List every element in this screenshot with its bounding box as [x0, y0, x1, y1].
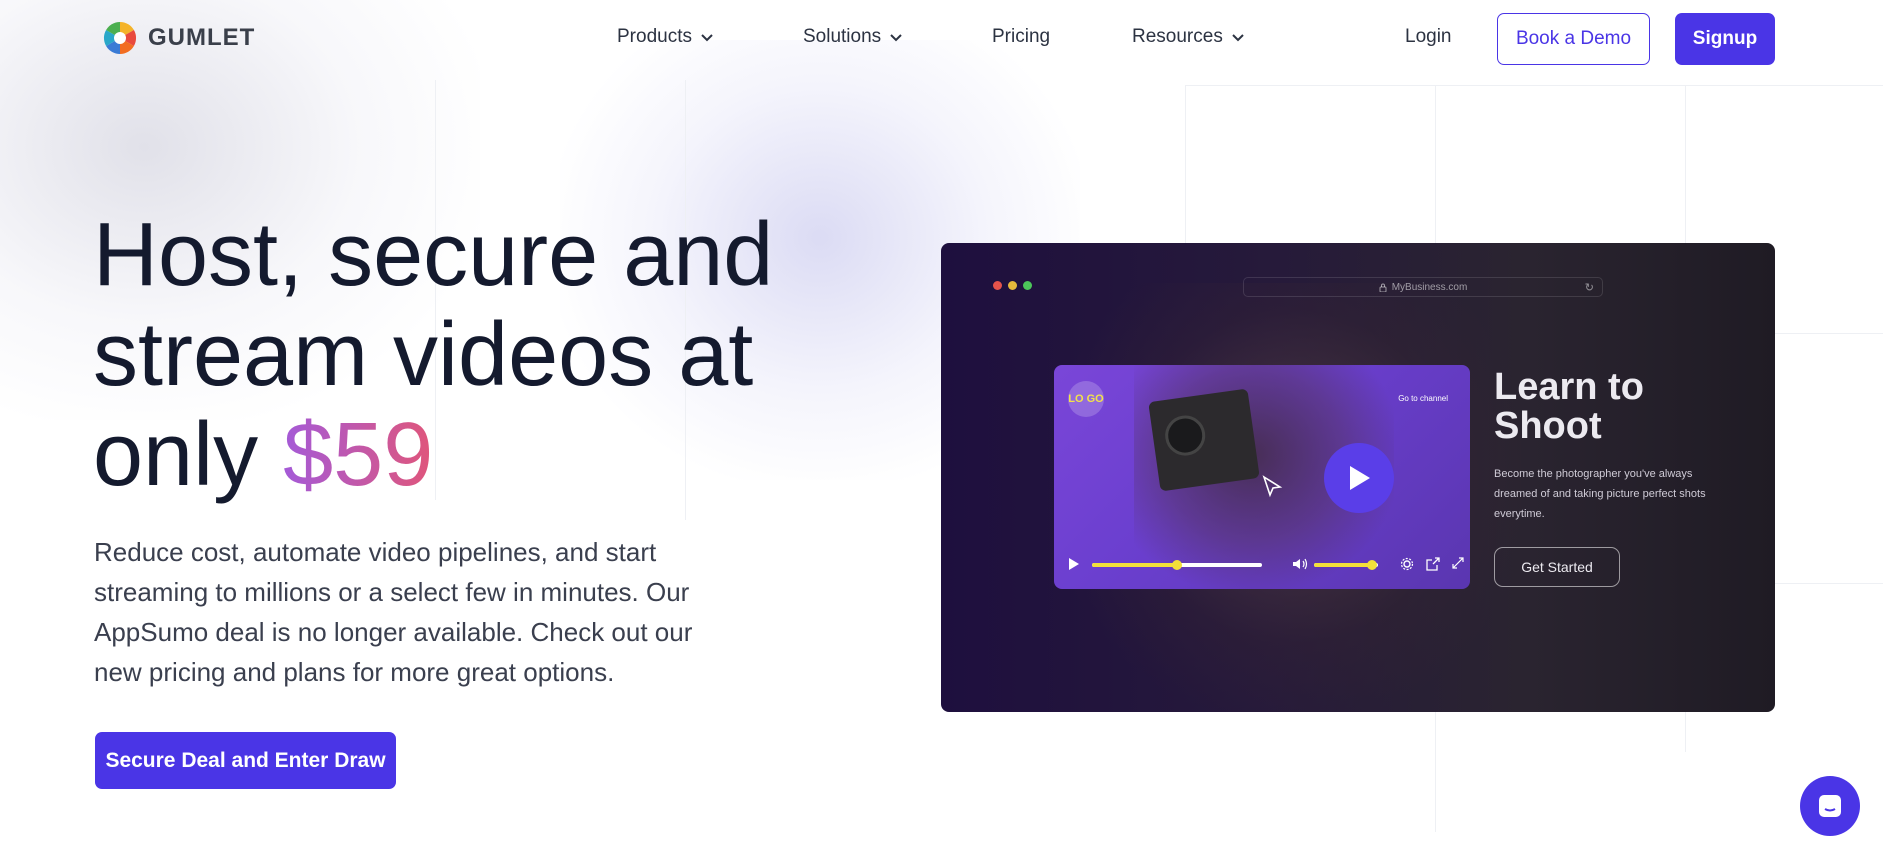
- play-icon: [1350, 466, 1370, 490]
- grid-line: [1685, 85, 1686, 245]
- gumlet-logo-icon: [103, 21, 137, 55]
- player-logo-badge: LO GO: [1068, 381, 1104, 417]
- mock-url-text: MyBusiness.com: [1391, 281, 1468, 293]
- nav-resources[interactable]: Resources: [1132, 26, 1245, 48]
- volume-icon[interactable]: [1292, 557, 1310, 571]
- share-icon[interactable]: [1426, 557, 1440, 571]
- camera-illustration: [1148, 388, 1260, 492]
- brand-name: GUMLET: [148, 24, 256, 51]
- video-preview[interactable]: MyBusiness.com ↻ LO GO Go to channel Lea…: [941, 243, 1775, 712]
- grid-line: [1435, 712, 1436, 832]
- brand-logo[interactable]: GUMLET: [102, 20, 255, 56]
- grid-line: [1685, 712, 1686, 752]
- login-link[interactable]: Login: [1405, 26, 1452, 48]
- nav-pricing-label: Pricing: [992, 26, 1051, 47]
- chevron-down-icon: [1232, 34, 1244, 42]
- signup-button[interactable]: Signup: [1675, 13, 1775, 65]
- top-nav: GUMLET Products Solutions Pricing Resour…: [0, 0, 1883, 80]
- mock-video-player[interactable]: LO GO Go to channel: [1054, 365, 1470, 589]
- player-controls: [1068, 557, 1464, 573]
- preview-headline: Learn to Shoot: [1494, 366, 1644, 447]
- nav-solutions[interactable]: Solutions: [803, 26, 903, 48]
- play-button[interactable]: [1324, 443, 1394, 513]
- nav-resources-label: Resources: [1132, 26, 1223, 47]
- small-play-icon[interactable]: [1068, 557, 1080, 571]
- preview-subtext: Become the photographer you've always dr…: [1494, 468, 1706, 520]
- grid-line: [1435, 85, 1436, 245]
- secure-deal-button[interactable]: Secure Deal and Enter Draw: [95, 732, 396, 789]
- volume-fill: [1314, 563, 1372, 567]
- nav-products[interactable]: Products: [617, 26, 714, 48]
- chevron-down-icon: [890, 34, 902, 42]
- hero-description: Reduce cost, automate video pipelines, a…: [94, 537, 693, 687]
- fullscreen-icon[interactable]: [1452, 557, 1464, 569]
- grid-line: [1775, 333, 1883, 334]
- window-dot-green: [1023, 281, 1032, 290]
- nav-solutions-label: Solutions: [803, 26, 882, 47]
- window-dot-red: [993, 281, 1002, 290]
- book-demo-button[interactable]: Book a Demo: [1497, 13, 1650, 65]
- grid-line: [1185, 85, 1186, 245]
- grid-line: [1775, 583, 1883, 584]
- mock-url-bar: MyBusiness.com ↻: [1243, 277, 1603, 297]
- hero-title-text: Host, secure and stream videos at only: [93, 205, 774, 505]
- hero-title: Host, secure and stream videos at only $…: [93, 205, 853, 505]
- chat-launcher[interactable]: [1800, 776, 1860, 836]
- nav-products-label: Products: [617, 26, 692, 47]
- hero-price: $59: [283, 405, 434, 505]
- volume-handle[interactable]: [1366, 560, 1377, 570]
- gear-icon[interactable]: [1400, 557, 1414, 571]
- progress-fill: [1092, 563, 1177, 567]
- lock-icon: [1379, 283, 1387, 292]
- window-dot-yellow: [1008, 281, 1017, 290]
- reload-icon: ↻: [1584, 282, 1594, 294]
- mock-browser-bar: MyBusiness.com ↻: [993, 273, 1723, 301]
- nav-pricing[interactable]: Pricing: [992, 26, 1050, 48]
- cursor-icon: [1262, 475, 1283, 498]
- chevron-down-icon: [701, 34, 713, 42]
- get-started-button[interactable]: Get Started: [1494, 547, 1620, 587]
- go-to-channel-link[interactable]: Go to channel: [1398, 394, 1448, 403]
- progress-handle[interactable]: [1172, 560, 1182, 570]
- grid-line: [1185, 85, 1883, 86]
- chat-icon: [1819, 795, 1841, 817]
